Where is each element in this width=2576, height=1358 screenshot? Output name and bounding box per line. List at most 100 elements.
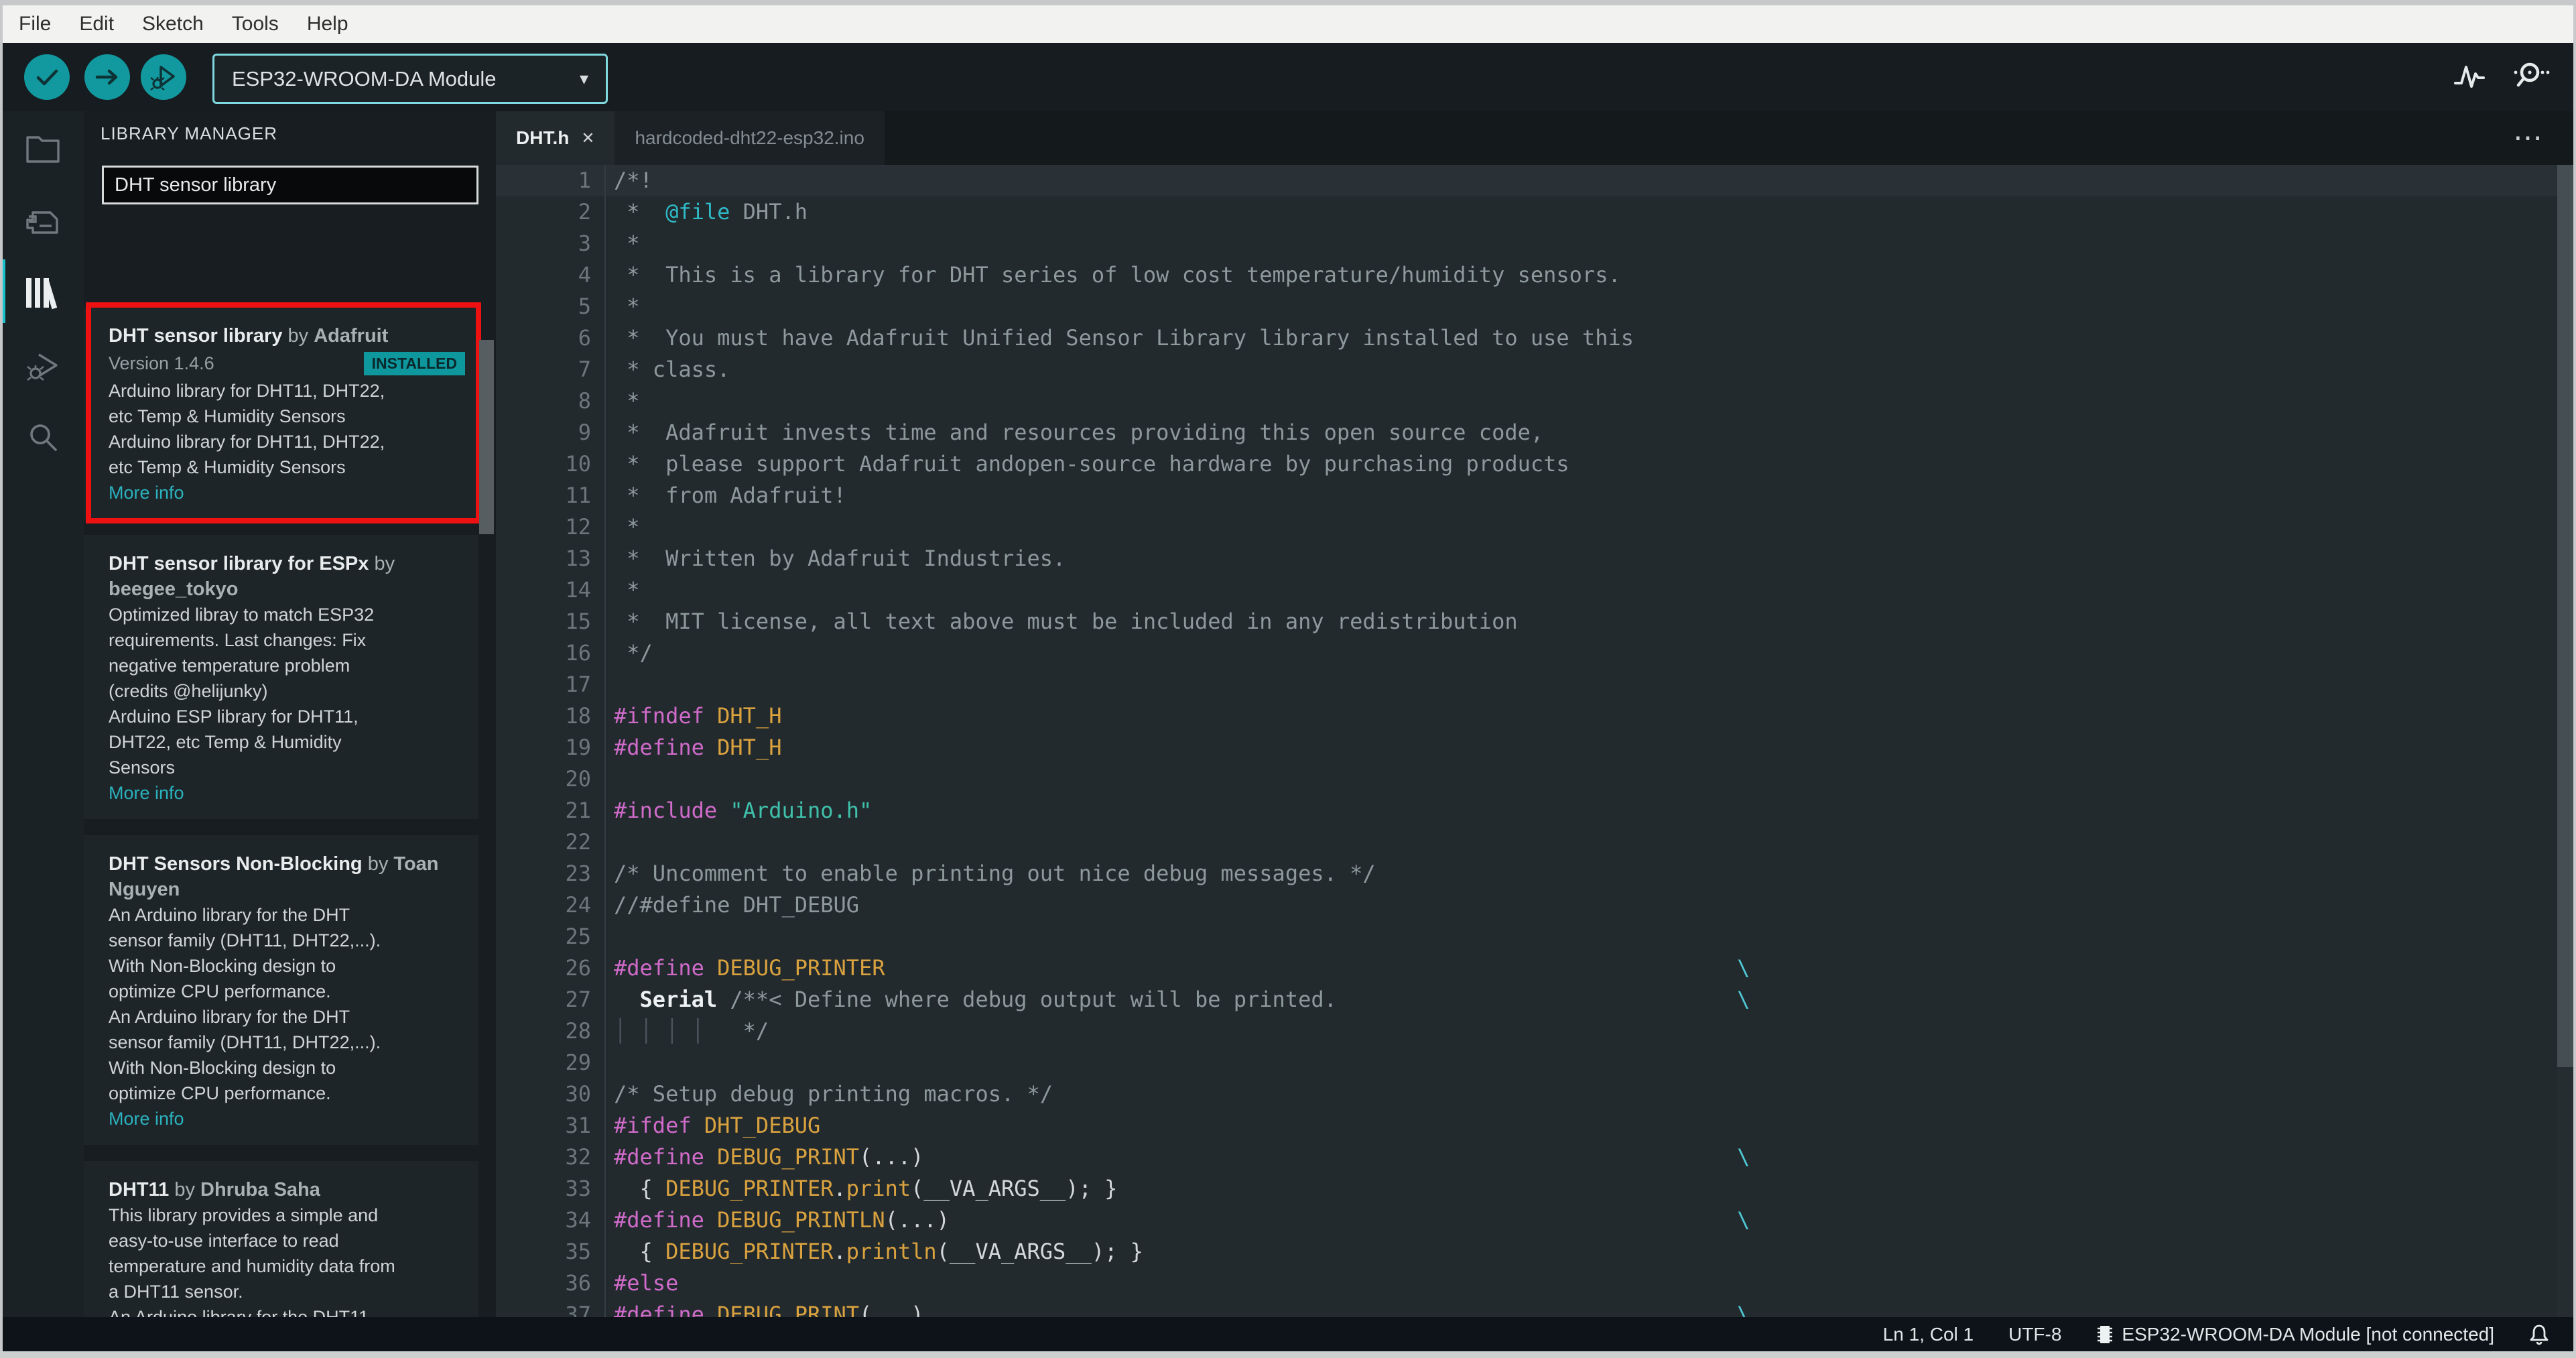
- verify-button[interactable]: [24, 54, 70, 100]
- code-line[interactable]: 25: [496, 921, 2557, 952]
- close-icon[interactable]: ✕: [581, 129, 594, 148]
- code-line[interactable]: 26 #define DEBUG_PRINTER \: [496, 952, 2557, 984]
- library-entry-title: DHT Sensors Non-Blocking by Toan Nguyen: [109, 853, 439, 900]
- code-line[interactable]: 29: [496, 1047, 2557, 1078]
- code-line[interactable]: 15 * MIT license, all text above must be…: [496, 606, 2557, 637]
- library-entry-title: DHT11 by Dhruba Saha: [109, 1179, 320, 1200]
- library-entry[interactable]: DHT sensor library by Adafruit Version 1.…: [84, 307, 478, 519]
- window-border-left: [0, 5, 3, 1351]
- library-entry[interactable]: DHT11 by Dhruba Saha This library provide…: [84, 1161, 478, 1317]
- code-line-content: */: [614, 640, 653, 666]
- tab-hardcoded-dht22-esp32-ino[interactable]: hardcoded-dht22-esp32.ino: [615, 111, 885, 165]
- code-line-content: #ifdef DHT_DEBUG: [614, 1113, 821, 1138]
- board-selector[interactable]: ESP32-WROOM-DA Module ▾: [212, 54, 608, 104]
- sidebar-item-library-manager[interactable]: [23, 273, 63, 313]
- code-line[interactable]: 6 * You must have Adafruit Unified Senso…: [496, 322, 2557, 354]
- line-number: 2: [578, 199, 591, 225]
- code-line[interactable]: 28 │ │ │ │ */: [496, 1015, 2557, 1047]
- code-line[interactable]: 13 * Written by Adafruit Industries.: [496, 543, 2557, 574]
- code-line[interactable]: 33 { DEBUG_PRINTER.print(__VA_ARGS__); }: [496, 1173, 2557, 1205]
- code-line[interactable]: 30 /* Setup debug printing macros. */: [496, 1078, 2557, 1110]
- code-line[interactable]: 31 #ifdef DHT_DEBUG: [496, 1110, 2557, 1141]
- code-line[interactable]: 22: [496, 826, 2557, 858]
- sidebar-item-search[interactable]: [23, 417, 63, 457]
- code-line[interactable]: 9 * Adafruit invests time and resources …: [496, 417, 2557, 448]
- code-line[interactable]: 10 * please support Adafruit andopen-sou…: [496, 448, 2557, 480]
- code-line[interactable]: 23 /* Uncomment to enable printing out ni…: [496, 858, 2557, 889]
- line-number: 32: [565, 1144, 591, 1170]
- debug-button[interactable]: [141, 54, 186, 100]
- board-status[interactable]: ESP32-WROOM-DA Module [not connected]: [2096, 1324, 2494, 1345]
- library-entry-title: DHT sensor library by Adafruit: [109, 325, 389, 347]
- code-line[interactable]: 36 #else: [496, 1268, 2557, 1299]
- code-line[interactable]: 35 { DEBUG_PRINTER.println(__VA_ARGS__);…: [496, 1236, 2557, 1268]
- serial-monitor-button[interactable]: [2509, 59, 2551, 94]
- code-line[interactable]: 20: [496, 763, 2557, 795]
- code-line-content: Serial /**< Define where debug output wi…: [639, 987, 1750, 1012]
- code-line-content: *: [614, 514, 640, 540]
- code-line-content: #include "Arduino.h": [614, 798, 873, 823]
- code-line[interactable]: 14 *: [496, 574, 2557, 606]
- code-line-content: [604, 669, 614, 700]
- code-line-content: │ │ │ │ */: [614, 1018, 769, 1044]
- code-line[interactable]: 18 #ifndef DHT_H: [496, 700, 2557, 732]
- library-search-input[interactable]: [102, 166, 478, 204]
- code-line[interactable]: 2 * @file DHT.h: [496, 196, 2557, 228]
- serial-plotter-icon: [2452, 59, 2487, 94]
- code-line[interactable]: 5 *: [496, 291, 2557, 322]
- code-line[interactable]: 16 */: [496, 637, 2557, 669]
- code-line-content: [604, 921, 614, 952]
- menu-sketch[interactable]: Sketch: [142, 13, 204, 36]
- tab-dht-h[interactable]: DHT.h ✕: [496, 111, 615, 165]
- sidebar-item-boards-manager[interactable]: [23, 202, 63, 243]
- code-line[interactable]: 12 *: [496, 511, 2557, 543]
- more-info-link[interactable]: More info: [109, 780, 465, 806]
- code-line[interactable]: 11 * from Adafruit!: [496, 480, 2557, 511]
- line-number: 26: [565, 955, 591, 981]
- toolbar: ESP32-WROOM-DA Module ▾: [3, 43, 2573, 111]
- menu-file[interactable]: File: [19, 13, 51, 36]
- code-line[interactable]: 19 #define DHT_H: [496, 732, 2557, 763]
- window-border-right: [2573, 5, 2576, 1351]
- code-line[interactable]: 17: [496, 669, 2557, 700]
- upload-button[interactable]: [84, 54, 130, 100]
- library-entry[interactable]: DHT sensor library for ESPx by beegee_to…: [84, 535, 478, 819]
- editor-scrollbar-thumb[interactable]: [2557, 165, 2573, 1067]
- code-line[interactable]: 1 /*!: [496, 165, 2557, 196]
- code-line-content: /*!: [614, 168, 653, 193]
- menu-edit[interactable]: Edit: [79, 13, 114, 36]
- code-line[interactable]: 4 * This is a library for DHT series of …: [496, 259, 2557, 291]
- code-editor[interactable]: 1/*! 2 * @file DHT.h 3 * 4 * This is a libr…: [496, 165, 2557, 1317]
- panel-scrollbar[interactable]: [479, 340, 494, 534]
- notifications-button[interactable]: [2529, 1323, 2549, 1346]
- code-line[interactable]: 32 #define DEBUG_PRINT(...) \: [496, 1141, 2557, 1173]
- code-line[interactable]: 21 #include "Arduino.h": [496, 795, 2557, 826]
- line-number: 14: [565, 577, 591, 603]
- sidebar-item-debug[interactable]: [23, 347, 63, 387]
- code-line[interactable]: 7 * class.: [496, 354, 2557, 385]
- line-number: 19: [565, 735, 591, 760]
- editor-scrollbar-track[interactable]: [2557, 165, 2573, 1317]
- menu-tools[interactable]: Tools: [232, 13, 279, 36]
- more-info-link[interactable]: More info: [109, 1106, 465, 1131]
- serial-plotter-button[interactable]: [2452, 59, 2487, 94]
- code-line-content: [604, 1047, 614, 1078]
- code-line[interactable]: 37 #define DEBUG_PRINT(...) \: [496, 1299, 2557, 1317]
- sidebar-item-sketchbook[interactable]: [23, 128, 63, 168]
- code-line[interactable]: 27 Serial /**< Define where debug output…: [496, 984, 2557, 1015]
- books-icon: [23, 274, 62, 312]
- menu-help[interactable]: Help: [307, 13, 348, 36]
- line-number: 34: [565, 1207, 591, 1233]
- editor-overflow-menu[interactable]: ⋯: [2513, 121, 2544, 155]
- code-line[interactable]: 34 #define DEBUG_PRINTLN(...) \: [496, 1205, 2557, 1236]
- code-line-content: #else: [614, 1270, 679, 1296]
- more-info-link[interactable]: More info: [109, 480, 465, 505]
- code-line-content: #ifndef DHT_H: [614, 703, 782, 729]
- code-line-content: { DEBUG_PRINTER.print(__VA_ARGS__); }: [614, 1176, 1118, 1201]
- line-number: 21: [565, 798, 591, 823]
- code-line[interactable]: 8 *: [496, 385, 2557, 417]
- code-line[interactable]: 3 *: [496, 228, 2557, 259]
- library-entry[interactable]: DHT Sensors Non-Blocking by Toan Nguyen A…: [84, 835, 478, 1145]
- line-number: 25: [565, 924, 591, 949]
- code-line[interactable]: 24 //#define DHT_DEBUG: [496, 889, 2557, 921]
